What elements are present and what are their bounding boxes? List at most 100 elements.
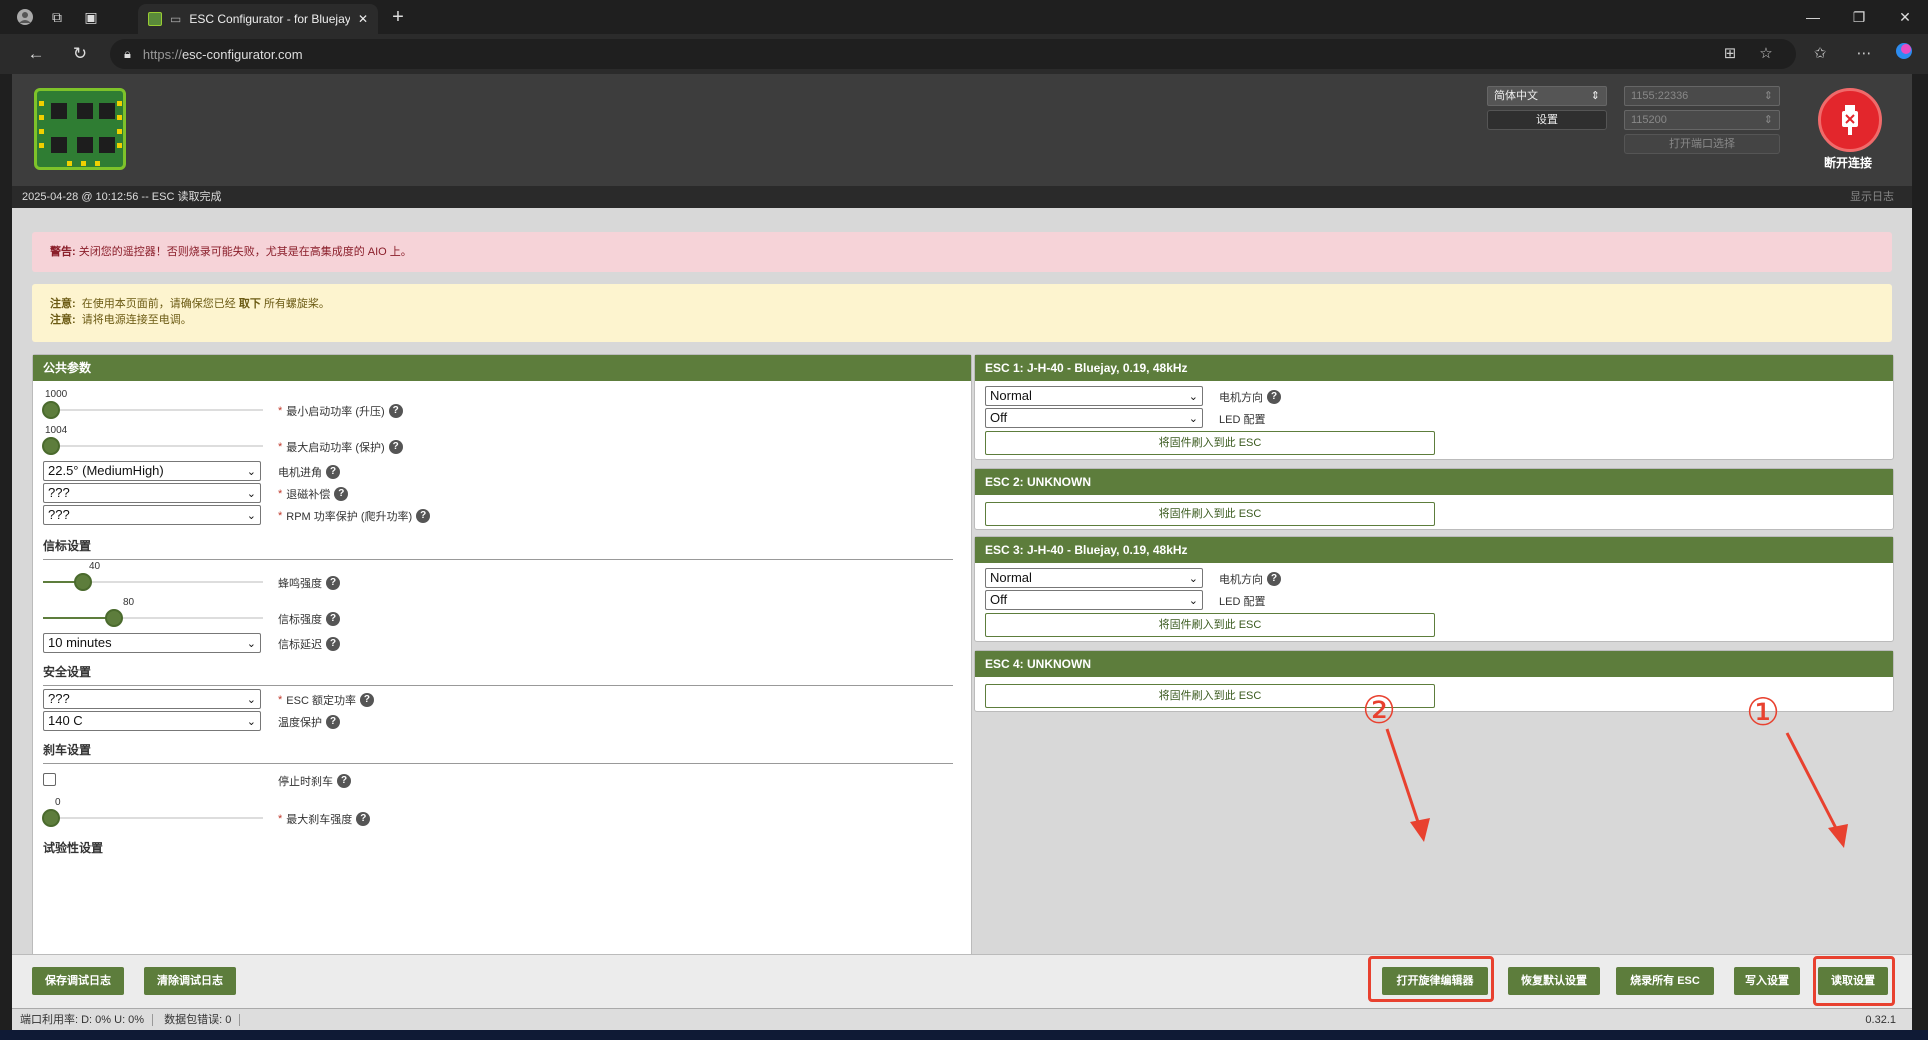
rpm-power-label: * RPM 功率保护 (爬升功率)? xyxy=(278,508,431,524)
common-params-panel: 公共参数 1000 * 最小启动功率 (升压)? 1004 * 最大启动功率 (保护… xyxy=(32,354,972,1030)
help-icon[interactable]: ? xyxy=(388,404,403,418)
esc-1-direction-select[interactable]: Normal ⌄ xyxy=(985,386,1203,406)
help-icon[interactable]: ? xyxy=(334,487,349,501)
minimize-button[interactable]: — xyxy=(1790,4,1836,30)
esc-3-flash-button[interactable]: 将固件刷入到此 ESC xyxy=(985,613,1435,637)
help-icon[interactable]: ? xyxy=(416,509,431,523)
save-log-button[interactable]: 保存调试日志 xyxy=(32,967,124,995)
favicon-icon xyxy=(148,12,162,26)
power-rating-select[interactable]: ??? ⌄ xyxy=(43,689,261,709)
slider-handle[interactable] xyxy=(74,573,93,591)
profile-icon[interactable] xyxy=(14,6,36,28)
open-port-button[interactable]: 打开端口选择 xyxy=(1624,134,1780,154)
copilot-icon[interactable] xyxy=(1892,42,1916,66)
slider-handle[interactable] xyxy=(42,809,60,827)
temperature-select[interactable]: 140 C ⌄ xyxy=(43,711,261,731)
max-startup-slider[interactable] xyxy=(42,437,263,455)
disconnect-usb-icon[interactable] xyxy=(1818,88,1882,152)
flash-all-button[interactable]: 烧录所有 ESC xyxy=(1616,967,1714,995)
app-header: 简体中文 ⇕ 设置 1155:22336 ⇕ 115200 ⇕ 打开端口选择 断开连接 xyxy=(12,74,1912,186)
esc-2-title: ESC 2: UNKNOWN xyxy=(975,469,1893,495)
help-icon[interactable]: ? xyxy=(326,715,340,729)
esc-2-flash-button[interactable]: 将固件刷入到此 ESC xyxy=(985,502,1435,526)
help-icon[interactable]: ? xyxy=(326,465,340,479)
demag-select[interactable]: ??? ⌄ xyxy=(43,483,261,503)
esc-2-panel: ESC 2: UNKNOWN 将固件刷入到此 ESC xyxy=(974,468,1894,530)
brake-on-stop-checkbox[interactable] xyxy=(43,773,56,786)
experimental-section-title: 试验性设置 xyxy=(43,841,104,855)
app-available-icon[interactable]: ⊞ xyxy=(1718,42,1742,66)
slider-handle[interactable] xyxy=(42,401,60,419)
lock-icon[interactable]: 🔒︎ xyxy=(124,46,131,62)
esc-3-led-select[interactable]: Off ⌄ xyxy=(985,590,1203,610)
beacon-strength-slider[interactable] xyxy=(43,609,263,627)
min-startup-value: 1000 xyxy=(45,389,68,400)
beacon-strength-label: 信标强度? xyxy=(278,611,340,627)
back-icon[interactable]: ← xyxy=(24,42,48,66)
help-icon[interactable]: ? xyxy=(326,576,340,590)
note2-text: 请将电源连接至电调。 xyxy=(81,314,192,326)
slider-handle[interactable] xyxy=(104,609,123,627)
esc-1-flash-button[interactable]: 将固件刷入到此 ESC xyxy=(985,431,1435,455)
restore-defaults-button[interactable]: 恢复默认设置 xyxy=(1508,967,1600,995)
packet-errors: 数据包错误: 0 xyxy=(156,1014,241,1026)
browser-tab[interactable]: ▭ ESC Configurator - for Bluejay ✕ xyxy=(138,4,378,34)
url-scheme: https:// xyxy=(142,46,182,62)
refresh-icon[interactable]: ↻ xyxy=(68,42,92,66)
esc-1-title: ESC 1: J-H-40 - Bluejay, 0.19, 48kHz xyxy=(975,355,1893,381)
beacon-value: 80 xyxy=(123,597,135,608)
notice-banner: 注意: 在使用本页面前，请确保您已经 取下 所有螺旋桨。 注意: 请将电源连接至… xyxy=(32,284,1892,342)
esc-1-led-label: LED 配置 xyxy=(1219,414,1266,426)
baud-select[interactable]: 115200 ⇕ xyxy=(1624,110,1780,130)
help-icon[interactable]: ? xyxy=(326,637,340,651)
rpm-power-select[interactable]: ??? ⌄ xyxy=(43,505,261,525)
settings-button[interactable]: 设置 xyxy=(1487,110,1607,130)
brake-strength-label: * 最大刹车强度? xyxy=(278,811,371,827)
url-bar[interactable]: 🔒︎ https://esc-configurator.com xyxy=(110,39,1796,69)
browser-tab-bar: ⧉ ▣ ▭ ESC Configurator - for Bluejay ✕ +… xyxy=(0,0,1928,34)
slider-handle[interactable] xyxy=(42,437,60,455)
help-icon[interactable]: ? xyxy=(326,612,340,626)
write-settings-button[interactable]: 写入设置 xyxy=(1734,967,1800,995)
demag-label: * 退磁补偿? xyxy=(278,486,349,502)
clear-log-button[interactable]: 清除调试日志 xyxy=(144,967,236,995)
min-startup-slider[interactable] xyxy=(42,401,263,419)
tab-close-icon[interactable]: ✕ xyxy=(358,12,368,26)
warning-text: 关闭您的遥控器！否则烧录可能失败，尤其是在高集成度的 AIO 上。 xyxy=(75,246,412,258)
os-taskbar xyxy=(0,1030,1928,1040)
timing-select[interactable]: 22.5° (MediumHigh) ⌄ xyxy=(43,461,261,481)
more-menu-icon[interactable]: ⋯ xyxy=(1852,42,1876,66)
help-icon[interactable]: ? xyxy=(1267,390,1281,404)
restore-button[interactable]: ❐ xyxy=(1836,4,1882,30)
min-startup-label: * 最小启动功率 (升压)? xyxy=(278,403,403,419)
esc-1-led-select[interactable]: Off ⌄ xyxy=(985,408,1203,428)
beep-value: 40 xyxy=(89,561,101,572)
help-icon[interactable]: ? xyxy=(337,774,351,788)
max-startup-value: 1004 xyxy=(45,425,68,436)
help-icon[interactable]: ? xyxy=(388,440,403,454)
disconnect-label[interactable]: 断开连接 xyxy=(1798,154,1898,171)
port-select[interactable]: 1155:22336 ⇕ xyxy=(1624,86,1780,106)
new-tab-button[interactable]: + xyxy=(386,6,410,30)
beacon-delay-select[interactable]: 10 minutes ⌄ xyxy=(43,633,261,653)
favorites-icon[interactable]: ✩ xyxy=(1808,42,1832,66)
close-window-button[interactable]: ✕ xyxy=(1882,4,1928,30)
port-utilization: 端口利用率: D: 0% U: 0% xyxy=(12,1014,154,1026)
favorite-star-icon[interactable]: ☆ xyxy=(1754,42,1778,66)
footer-toolbar: 保存调试日志 清除调试日志 打开旋律编辑器 恢复默认设置 烧录所有 ESC 写入… xyxy=(12,954,1912,1008)
workspaces-icon[interactable]: ⧉ xyxy=(46,6,68,28)
beep-strength-slider[interactable] xyxy=(43,573,263,591)
help-icon[interactable]: ? xyxy=(356,812,371,826)
log-message: 2025-04-28 @ 10:12:56 -- ESC 读取完成 xyxy=(22,191,222,203)
tab-actions-icon[interactable]: ▣ xyxy=(80,6,102,28)
language-select[interactable]: 简体中文 ⇕ xyxy=(1487,86,1607,106)
show-log-link[interactable]: 显示日志 xyxy=(1850,186,1894,208)
note1-text-a: 在使用本页面前，请确保您已经 xyxy=(81,298,236,310)
help-icon[interactable]: ? xyxy=(1267,572,1281,586)
note1-text-b: 所有螺旋桨。 xyxy=(263,298,330,310)
help-icon[interactable]: ? xyxy=(359,693,374,707)
brake-strength-slider[interactable] xyxy=(42,809,263,827)
warning-prefix: 警告: xyxy=(50,246,76,258)
audio-icon[interactable]: ▭ xyxy=(170,12,181,26)
esc-3-direction-select[interactable]: Normal ⌄ xyxy=(985,568,1203,588)
